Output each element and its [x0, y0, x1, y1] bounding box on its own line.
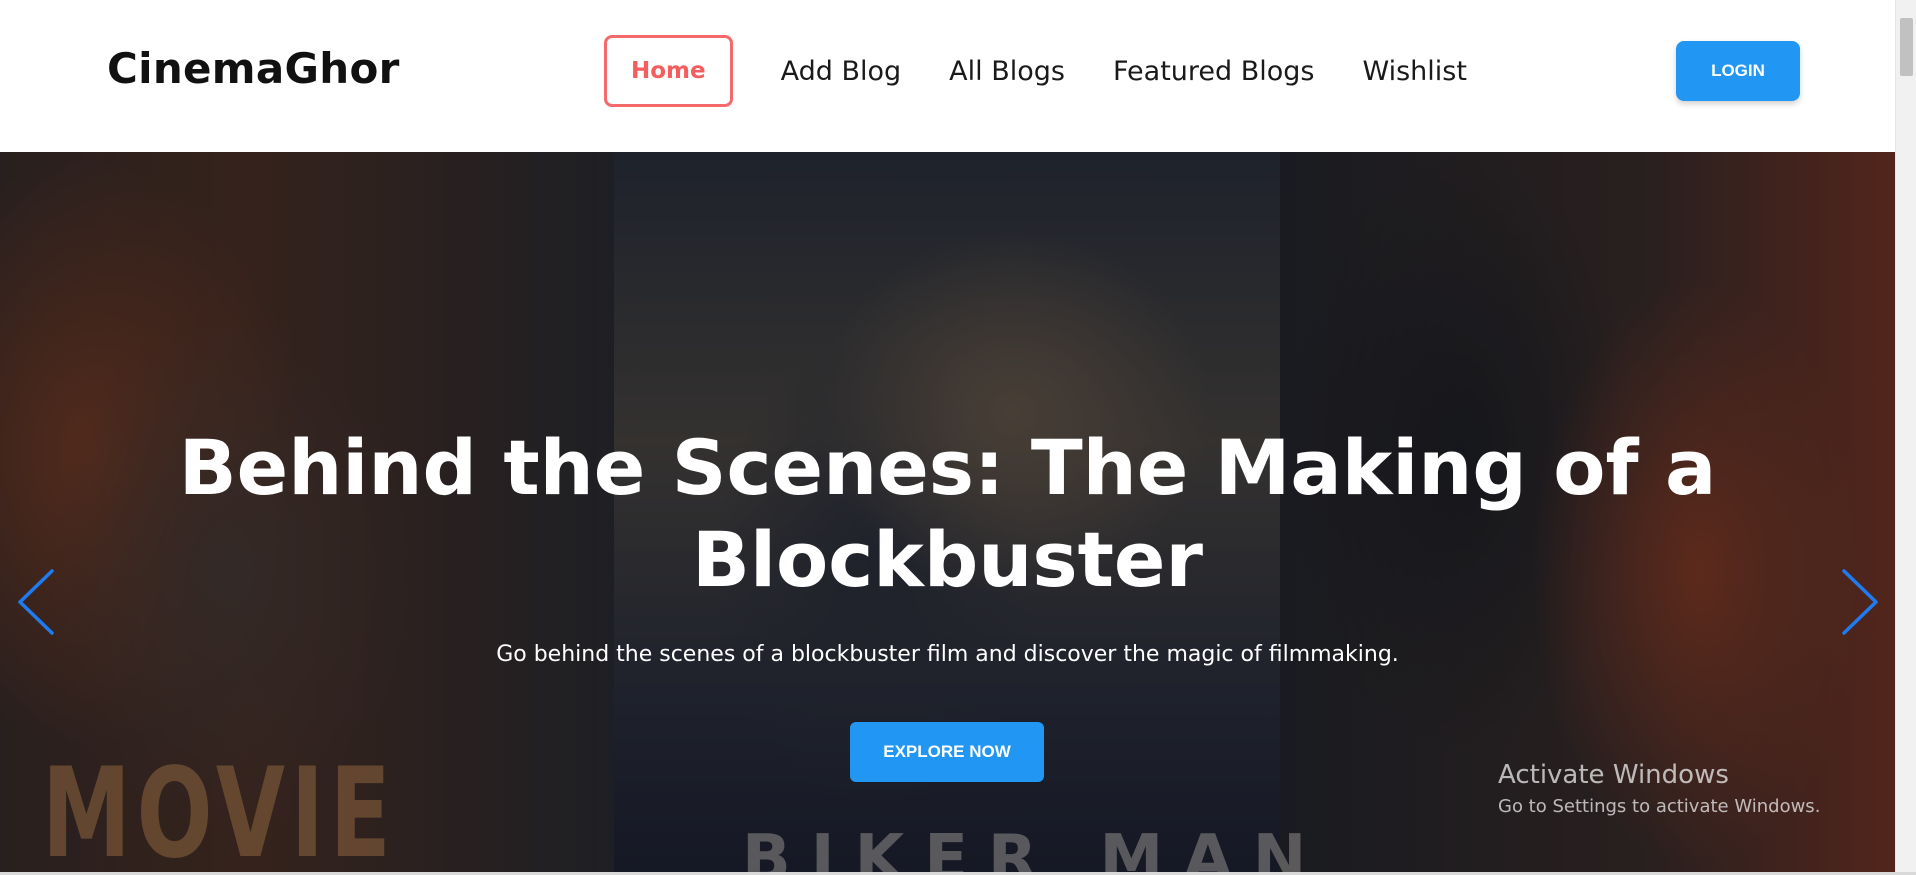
explore-now-button[interactable]: EXPLORE NOW	[850, 722, 1044, 782]
main-nav: Home Add Blog All Blogs Featured Blogs W…	[604, 32, 1515, 110]
hero-title: Behind the Scenes: The Making of a Block…	[178, 423, 1717, 604]
nav-item-add-blog[interactable]: Add Blog	[781, 56, 902, 87]
chevron-right-icon	[1842, 569, 1878, 635]
brand-logo[interactable]: CinemaGhor	[107, 44, 400, 93]
nav-item-wishlist[interactable]: Wishlist	[1362, 56, 1466, 87]
watermark-title: Activate Windows	[1498, 760, 1729, 790]
login-button[interactable]: LOGIN	[1676, 41, 1800, 101]
hero-subtitle: Go behind the scenes of a blockbuster fi…	[496, 642, 1399, 667]
slider-next-button[interactable]	[1838, 567, 1882, 637]
scrollbar-thumb[interactable]	[1900, 18, 1913, 76]
nav-item-all-blogs[interactable]: All Blogs	[949, 56, 1065, 87]
page-scrollbar[interactable]	[1895, 0, 1916, 875]
slider-prev-button[interactable]	[14, 567, 58, 637]
nav-item-featured-blogs[interactable]: Featured Blogs	[1113, 56, 1315, 87]
nav-item-home[interactable]: Home	[604, 35, 733, 107]
watermark-subtitle: Go to Settings to activate Windows.	[1498, 796, 1821, 817]
windows-activation-watermark: Activate Windows Go to Settings to activ…	[1498, 760, 1820, 817]
chevron-left-icon	[18, 569, 54, 635]
navbar: CinemaGhor Home Add Blog All Blogs Featu…	[0, 0, 1895, 152]
hero-slider: MOVIE BIKER MAN Behind the Scenes: The M…	[0, 152, 1895, 875]
